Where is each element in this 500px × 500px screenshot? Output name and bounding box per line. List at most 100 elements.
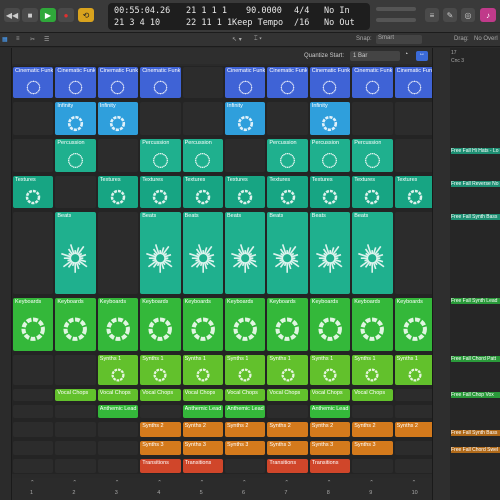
- cell-synths-1[interactable]: Synths 1: [225, 355, 266, 385]
- cell-vocal-chops[interactable]: Vocal Chops: [182, 389, 223, 401]
- volume-slider[interactable]: [376, 7, 416, 11]
- scene-trigger[interactable]: 5: [200, 490, 203, 496]
- cell-textures[interactable]: Textures: [13, 176, 54, 208]
- cell-cinematic-funk[interactable]: Cinematic Funk: [309, 67, 351, 98]
- cell-cinematic-funk[interactable]: Cinematic Funk: [352, 67, 393, 98]
- empty-cell[interactable]: [352, 102, 393, 135]
- cell-percussion[interactable]: Percussion: [182, 139, 223, 172]
- cell-keyboards[interactable]: Keyboards: [182, 298, 223, 351]
- empty-cell[interactable]: [13, 459, 54, 473]
- empty-cell[interactable]: [55, 405, 96, 418]
- empty-cell[interactable]: [394, 405, 435, 418]
- empty-cell[interactable]: [13, 405, 54, 418]
- cell-vocal-chops[interactable]: Vocal Chops: [97, 389, 139, 401]
- cell-anthemic-lead[interactable]: Anthemic Lead: [97, 405, 139, 418]
- scene-trigger[interactable]: 1: [30, 490, 33, 496]
- loop-browser-button[interactable]: ◎: [461, 8, 475, 22]
- scene-trigger[interactable]: 7: [284, 490, 287, 496]
- play-button[interactable]: ▶: [40, 8, 56, 22]
- record-button[interactable]: ●: [58, 8, 74, 22]
- cell-synths-1[interactable]: Synths 1: [182, 355, 223, 385]
- cell-anthemic-lead[interactable]: Anthemic Lead: [225, 405, 266, 418]
- cell-transitions[interactable]: Transitions: [267, 459, 308, 473]
- cell-synths-1[interactable]: Synths 1: [97, 355, 139, 385]
- empty-cell[interactable]: [97, 212, 139, 294]
- empty-cell[interactable]: [13, 212, 54, 294]
- track-region[interactable]: Free Fall Synth Bass: [451, 430, 500, 436]
- cell-keyboards[interactable]: Keyboards: [97, 298, 139, 351]
- text-tool-icon[interactable]: ⌶ ▾: [254, 36, 262, 43]
- cell-vocal-chops[interactable]: Vocal Chops: [352, 389, 393, 401]
- cell-transitions[interactable]: Transitions: [140, 459, 181, 473]
- cell-beats[interactable]: Beats: [225, 212, 266, 294]
- empty-cell[interactable]: [140, 102, 181, 135]
- empty-cell[interactable]: [55, 459, 96, 473]
- empty-cell[interactable]: [267, 102, 308, 135]
- empty-cell[interactable]: [352, 459, 393, 473]
- empty-cell[interactable]: [13, 139, 54, 172]
- apple-loops-button[interactable]: ♪: [480, 8, 496, 22]
- cell-synths-3[interactable]: Synths 3: [225, 441, 266, 455]
- empty-cell[interactable]: [13, 102, 54, 135]
- stop-button[interactable]: ■: [22, 8, 38, 22]
- scene-trigger[interactable]: 6: [242, 490, 245, 496]
- cell-textures[interactable]: Textures: [394, 176, 435, 208]
- master-slider[interactable]: [376, 18, 416, 22]
- cell-synths-3[interactable]: Synths 3: [140, 441, 181, 455]
- drag-select[interactable]: No Overl: [474, 36, 498, 42]
- empty-cell[interactable]: [97, 441, 139, 455]
- cell-vocal-chops[interactable]: Vocal Chops: [55, 389, 96, 401]
- cell-synths-2[interactable]: Synths 2: [225, 422, 266, 437]
- empty-cell[interactable]: [182, 102, 223, 135]
- cell-beats[interactable]: Beats: [309, 212, 351, 294]
- cell-beats[interactable]: Beats: [140, 212, 181, 294]
- cell-anthemic-lead[interactable]: Anthemic Lead: [309, 405, 351, 418]
- empty-cell[interactable]: [394, 139, 435, 172]
- empty-cell[interactable]: [55, 176, 96, 208]
- cell-keyboards[interactable]: Keyboards: [309, 298, 351, 351]
- cell-cinematic-funk[interactable]: Cinematic Funk: [55, 67, 96, 98]
- cell-beats[interactable]: Beats: [267, 212, 308, 294]
- cell-infinity[interactable]: Infinity: [225, 102, 266, 135]
- cell-synths-2[interactable]: Synths 2: [182, 422, 223, 437]
- menu-icon[interactable]: ☰: [44, 36, 49, 43]
- queue-icon[interactable]: ↔: [416, 51, 428, 61]
- cell-beats[interactable]: Beats: [55, 212, 96, 294]
- cell-textures[interactable]: Textures: [97, 176, 139, 208]
- cell-textures[interactable]: Textures: [182, 176, 223, 208]
- cell-cinematic-funk[interactable]: Cinematic Funk: [394, 67, 435, 98]
- cell-vocal-chops[interactable]: Vocal Chops: [309, 389, 351, 401]
- empty-cell[interactable]: [13, 389, 54, 401]
- track-region[interactable]: Free Fall Chop Vox: [451, 392, 500, 398]
- scene-trigger[interactable]: 2: [72, 490, 75, 496]
- scene-trigger[interactable]: 3: [115, 490, 118, 496]
- track-region[interactable]: Free Fall Chord Swel: [451, 447, 500, 453]
- cell-synths-1[interactable]: Synths 1: [394, 355, 435, 385]
- track-region[interactable]: Free Fall Synth Lead: [451, 298, 500, 304]
- cell-vocal-chops[interactable]: Vocal Chops: [267, 389, 308, 401]
- cell-infinity[interactable]: Infinity: [55, 102, 96, 135]
- scene-trigger[interactable]: 4: [157, 490, 160, 496]
- cell-keyboards[interactable]: Keyboards: [394, 298, 435, 351]
- grid-view-icon[interactable]: ▦: [2, 36, 8, 43]
- empty-cell[interactable]: [225, 139, 266, 172]
- cell-keyboards[interactable]: Keyboards: [13, 298, 54, 351]
- cell-transitions[interactable]: Transitions: [182, 459, 223, 473]
- cell-synths-1[interactable]: Synths 1: [309, 355, 351, 385]
- cell-cinematic-funk[interactable]: Cinematic Funk: [225, 67, 266, 98]
- snap-select[interactable]: Smart: [376, 35, 422, 44]
- quantize-select[interactable]: 1 Bar: [350, 51, 400, 61]
- cell-synths-3[interactable]: Synths 3: [309, 441, 351, 455]
- empty-cell[interactable]: [55, 441, 96, 455]
- pointer-tool-icon[interactable]: ↖ ▾: [232, 36, 242, 43]
- track-region[interactable]: Free Fall Chord Patt: [451, 356, 500, 362]
- cell-textures[interactable]: Textures: [352, 176, 393, 208]
- empty-cell[interactable]: [97, 422, 139, 437]
- cycle-button[interactable]: ⟲: [78, 8, 94, 22]
- cell-anthemic-lead[interactable]: Anthemic Lead: [182, 405, 223, 418]
- rewind-button[interactable]: ◀◀: [4, 8, 20, 22]
- empty-cell[interactable]: [55, 422, 96, 437]
- list-editors-button[interactable]: ≡: [425, 8, 439, 22]
- scene-trigger[interactable]: 10: [412, 490, 418, 496]
- scissors-icon[interactable]: ✂: [30, 36, 35, 43]
